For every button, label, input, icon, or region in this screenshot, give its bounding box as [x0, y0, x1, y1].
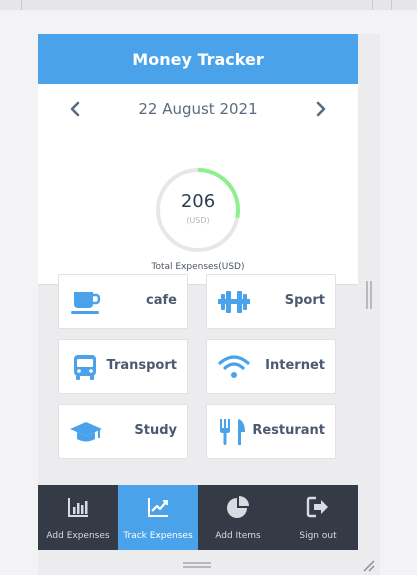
total-currency: (USD)	[186, 216, 210, 225]
resize-grip-icon[interactable]	[362, 559, 376, 573]
fork-knife-icon	[220, 419, 245, 445]
app-title: Money Tracker	[132, 49, 264, 69]
chevron-right-icon	[316, 101, 326, 117]
category-card-transport[interactable]: Transport	[58, 339, 188, 394]
bottom-tab-bar: Add Expenses Track Expenses Add Items Si…	[38, 485, 358, 550]
category-label: Transport	[106, 358, 177, 373]
line-chart-icon	[148, 498, 168, 517]
strip-divider	[21, 0, 22, 10]
coffee-cup-icon	[71, 292, 101, 314]
graduation-cap-icon	[70, 422, 102, 442]
category-card-internet[interactable]: Internet	[206, 339, 336, 394]
bar-chart-icon	[68, 498, 88, 517]
category-label: cafe	[146, 293, 177, 308]
tab-add-items[interactable]: Add Items	[198, 485, 278, 550]
category-label: Study	[134, 423, 177, 438]
pie-chart-icon	[227, 496, 249, 518]
wifi-icon	[218, 355, 250, 378]
panel-resize-handle[interactable]	[183, 562, 211, 568]
sign-out-icon	[306, 496, 328, 518]
category-card-resturant[interactable]: Resturant	[206, 404, 336, 459]
strip-divider	[372, 0, 373, 10]
tab-label: Add Items	[215, 531, 261, 541]
category-card-cafe[interactable]: cafe	[58, 274, 188, 329]
tab-label: Track Expenses	[123, 531, 193, 541]
top-strip	[0, 0, 417, 10]
bus-icon	[74, 355, 96, 380]
tab-track-expenses[interactable]: Track Expenses	[118, 485, 198, 550]
tab-label: Sign out	[299, 531, 337, 541]
category-label: Resturant	[252, 423, 325, 438]
current-date: 22 August 2021	[138, 100, 258, 118]
tab-sign-out[interactable]: Sign out	[278, 485, 358, 550]
expense-summary: 22 August 2021 206 (USD) Total Expenses(…	[38, 84, 358, 285]
total-amount: 206	[180, 191, 216, 212]
app-header: Money Tracker	[38, 34, 358, 84]
tab-add-expenses[interactable]: Add Expenses	[38, 485, 118, 550]
date-display: 22 August 2021	[38, 96, 358, 122]
category-card-study[interactable]: Study	[58, 404, 188, 459]
total-expenses-label: Total Expenses(USD)	[151, 262, 245, 272]
next-date-button[interactable]	[312, 98, 330, 120]
dumbbell-icon	[218, 291, 250, 313]
category-label: Internet	[265, 358, 325, 373]
category-label: Sport	[284, 293, 325, 308]
scrollbar-thumb[interactable]	[366, 281, 372, 309]
strip-divider	[391, 0, 392, 10]
tab-label: Add Expenses	[46, 531, 110, 541]
category-card-sport[interactable]: Sport	[206, 274, 336, 329]
